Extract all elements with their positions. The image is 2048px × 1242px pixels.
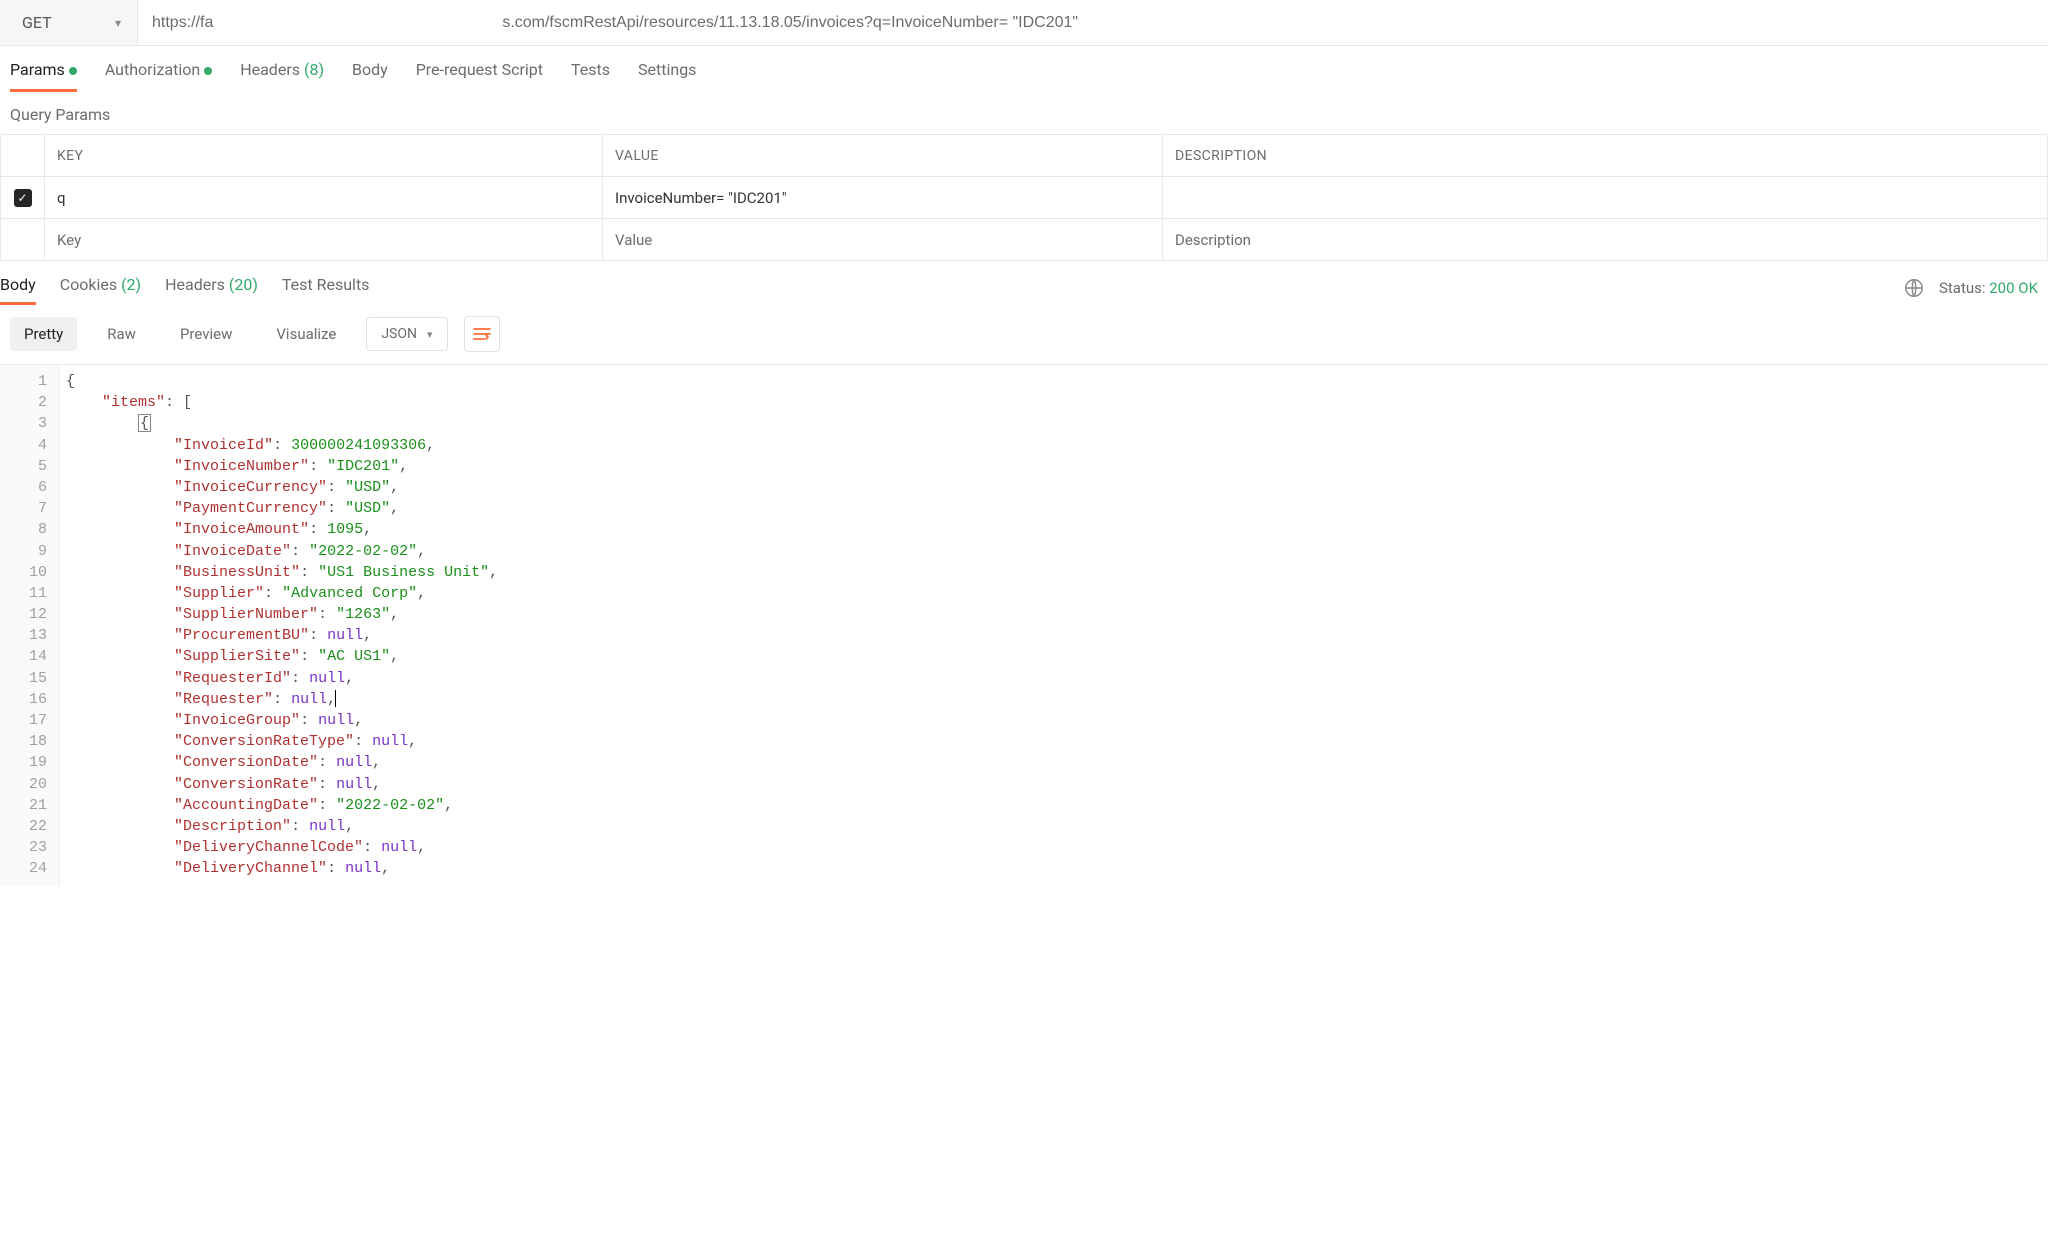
query-params-table: KEY VALUE DESCRIPTION ✓ q InvoiceNumber=…	[0, 134, 2048, 261]
http-method-select[interactable]: GET ▾	[0, 0, 138, 45]
wrap-icon	[473, 327, 491, 341]
status-dot-icon	[204, 67, 212, 75]
tab-tests[interactable]: Tests	[571, 60, 610, 91]
request-url-input[interactable]	[138, 0, 2048, 45]
param-row[interactable]: ✓ q InvoiceNumber= "IDC201"	[1, 177, 2048, 219]
chevron-down-icon: ▾	[427, 328, 433, 341]
resp-tab-headers[interactable]: Headers (20)	[165, 271, 258, 304]
col-header-value: VALUE	[603, 135, 1163, 177]
viewmode-preview[interactable]: Preview	[166, 317, 246, 351]
col-header-description: DESCRIPTION	[1163, 135, 2048, 177]
param-row-placeholder[interactable]: Key Value Description	[1, 219, 2048, 261]
response-tabs: Body Cookies (2) Headers (20) Test Resul…	[0, 271, 369, 304]
viewmode-pretty[interactable]: Pretty	[10, 317, 77, 351]
http-method-label: GET	[22, 13, 52, 32]
query-params-title: Query Params	[0, 91, 2048, 134]
format-select[interactable]: JSON ▾	[366, 317, 447, 351]
param-value-cell[interactable]: InvoiceNumber= "IDC201"	[603, 177, 1163, 219]
chevron-down-icon: ▾	[115, 16, 121, 30]
param-description-cell[interactable]	[1163, 177, 2048, 219]
param-key-cell[interactable]: q	[45, 177, 603, 219]
status-value: 200 OK	[1989, 279, 2038, 297]
tab-authorization[interactable]: Authorization	[105, 60, 212, 91]
code-content[interactable]: { "items": [ { "InvoiceId": 300000241093…	[60, 365, 498, 886]
resp-tab-testresults[interactable]: Test Results	[282, 271, 370, 304]
resp-tab-cookies[interactable]: Cookies (2)	[60, 271, 141, 304]
tab-headers[interactable]: Headers (8)	[240, 60, 324, 91]
line-number-gutter: 123456789101112131415161718192021222324	[0, 365, 60, 886]
request-tabs: Params Authorization Headers (8) Body Pr…	[0, 46, 2048, 91]
wrap-lines-button[interactable]	[464, 316, 500, 352]
param-description-placeholder[interactable]: Description	[1163, 219, 2048, 261]
param-checkbox[interactable]: ✓	[14, 189, 32, 207]
viewmode-raw[interactable]: Raw	[93, 317, 150, 351]
param-key-placeholder[interactable]: Key	[45, 219, 603, 261]
tab-params[interactable]: Params	[10, 60, 77, 91]
status-dot-icon	[69, 67, 77, 75]
col-header-key: KEY	[45, 135, 603, 177]
tab-prerequest-script[interactable]: Pre-request Script	[416, 60, 543, 91]
tab-body[interactable]: Body	[352, 60, 388, 91]
status-label: Status:	[1939, 279, 1986, 297]
resp-tab-body[interactable]: Body	[0, 271, 36, 304]
param-value-placeholder[interactable]: Value	[603, 219, 1163, 261]
response-body-editor[interactable]: 123456789101112131415161718192021222324 …	[0, 364, 2048, 886]
tab-settings[interactable]: Settings	[638, 60, 696, 91]
globe-icon	[1903, 277, 1925, 299]
viewmode-visualize[interactable]: Visualize	[262, 317, 350, 351]
